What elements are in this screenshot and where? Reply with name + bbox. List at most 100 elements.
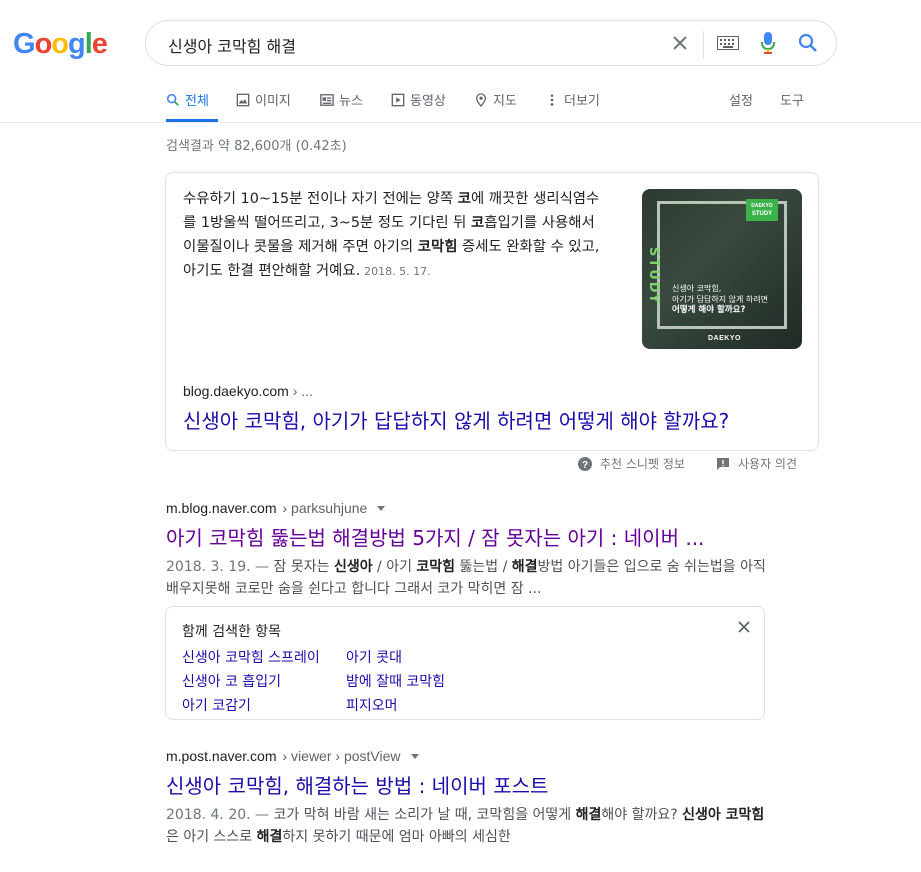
more-vert-icon	[550, 93, 554, 106]
tab-all[interactable]: 전체	[166, 90, 209, 109]
chevron-down-icon[interactable]	[377, 505, 386, 511]
tab-label: 이미지	[255, 94, 291, 109]
text-run: 하지 못하기 때문에 엄마 아빠의 세심한	[282, 829, 511, 845]
news-icon	[320, 93, 334, 106]
snippet-cite: blog.daekyo.com › ...	[183, 383, 313, 399]
search-icon[interactable]	[796, 31, 820, 55]
cite-domain: m.blog.naver.com	[166, 500, 277, 516]
tab-label: 전체	[185, 94, 209, 109]
caption-line3: 어떻게 해야 할까요?	[672, 305, 746, 315]
text-run: 뚫는법 /	[455, 559, 512, 575]
snippet-text: 수유하기 10~15분 전이나 자기 전에는 양쪽 코에 깨끗한 생리식염수를 …	[183, 187, 603, 284]
logo-letter-o1: o	[34, 28, 53, 60]
tab-videos[interactable]: 동영상	[391, 90, 446, 109]
thumb-caption: 신생아 코막힘, 아기가 답답하지 않게 하려면 어떻게 해야 할까요?	[672, 283, 768, 316]
badge-top: DAEKYO	[751, 203, 773, 209]
tab-maps[interactable]: 지도	[474, 90, 517, 109]
logo-letter-g2: g	[68, 28, 86, 60]
tab-images[interactable]: 이미지	[236, 90, 291, 109]
snippet-feedback-label: 사용자 의견	[738, 457, 798, 471]
logo-letter-g: G	[13, 28, 36, 60]
text-run: 은 아기 스스로	[166, 829, 257, 845]
clear-icon[interactable]	[668, 31, 692, 55]
snippet-date: 2018. 5. 17.	[364, 265, 431, 278]
caption-line2: 아기가 답답하지 않게 하려면	[672, 295, 768, 304]
result-description: 2018. 3. 19. — 잠 못자는 신생아 / 아기 코막힘 뚫는법 / …	[166, 556, 766, 600]
tab-news[interactable]: 뉴스	[320, 90, 363, 109]
tools-link[interactable]: 도구	[780, 90, 804, 109]
search-input[interactable]: 신생아 코막힘 해결	[168, 33, 296, 57]
related-searches: 함께 검색한 항목 신생아 코막힘 스프레이 아기 콧대 신생아 코 흡입기 밤…	[165, 606, 765, 720]
keyboard-icon[interactable]	[716, 31, 740, 55]
result-cite: m.blog.naver.com › parksuhjune	[166, 500, 766, 516]
svg-text:?: ?	[582, 460, 588, 471]
text-run: 잠 못자는	[269, 559, 334, 575]
text-run: 코가 막혀 바람 새는 소리가 날 때, 코막힘을 어떻게	[269, 807, 576, 823]
thumb-badge: DAEKYO STUDY	[746, 199, 778, 221]
tab-label: 지도	[493, 94, 517, 109]
highlighted-term: 코	[457, 191, 471, 207]
microphone-icon[interactable]	[756, 31, 780, 55]
feedback-icon	[717, 457, 729, 470]
cite-path: › parksuhjune	[282, 500, 368, 516]
tab-label: 뉴스	[339, 94, 363, 109]
related-link[interactable]: 아기 코감기	[182, 695, 251, 715]
related-link[interactable]: 아기 콧대	[346, 647, 402, 667]
chevron-down-icon[interactable]	[410, 753, 419, 759]
featured-snippet: 수유하기 10~15분 전이나 자기 전에는 양쪽 코에 깨끗한 생리식염수를 …	[165, 172, 819, 451]
result-description: 2018. 4. 20. — 코가 막혀 바람 새는 소리가 날 때, 코막힘을…	[166, 804, 766, 848]
cite-path: › viewer › postView	[282, 748, 401, 764]
result-title-link[interactable]: 신생아 코막힘, 해결하는 방법 : 네이버 포스트	[166, 770, 766, 799]
active-tab-indicator	[166, 119, 218, 122]
text-run: / 아기	[372, 559, 417, 575]
result-date: 2018. 4. 20. —	[166, 807, 270, 823]
results-count: 검색결과 약 82,600개 (0.42초)	[166, 139, 347, 154]
search-result: m.post.naver.com › viewer › postView 신생아…	[166, 748, 766, 848]
logo-letter-l: l	[84, 28, 93, 60]
result-title-link[interactable]: 아기 코막힘 뚫는법 해결방법 5가지 / 잠 못자는 아기 : 네이버 ...	[166, 522, 766, 551]
related-link[interactable]: 밤에 잘때 코막힘	[346, 671, 445, 691]
snippet-thumbnail[interactable]: DAEKYO STUDY STUDY 신생아 코막힘, 아기가 답답하지 않게 하…	[642, 189, 802, 349]
search-icon	[166, 93, 179, 106]
tab-label: 동영상	[410, 94, 446, 109]
snippet-about[interactable]: ? 추천 스니펫 정보	[578, 455, 685, 472]
search-box[interactable]: 신생아 코막힘 해결	[145, 20, 837, 66]
highlighted-term: 신생아 코막힘	[682, 807, 765, 823]
highlighted-term: 신생아	[333, 559, 373, 575]
caption-line1: 신생아 코막힘,	[672, 284, 722, 293]
logo-letter-o2: o	[51, 28, 69, 60]
tab-label: 더보기	[564, 94, 600, 109]
search-tabs: 전체 이미지 뉴스 동영상 지도 더보기 설정 도구	[0, 86, 921, 123]
settings-link[interactable]: 설정	[729, 90, 753, 109]
highlighted-term: 해결	[575, 807, 602, 823]
highlighted-term: 코막힘	[417, 239, 458, 255]
highlighted-term: 해결	[256, 829, 283, 845]
tab-more[interactable]: 더보기	[545, 90, 600, 109]
logo-letter-e: e	[91, 28, 108, 60]
related-link[interactable]: 피지오머	[346, 695, 398, 715]
thumb-study-text: STUDY	[646, 247, 661, 306]
help-icon: ?	[578, 456, 592, 471]
badge-bottom: STUDY	[751, 211, 773, 217]
related-link[interactable]: 신생아 코 흡입기	[182, 671, 281, 691]
snippet-title-link[interactable]: 신생아 코막힘, 아기가 답답하지 않게 하려면 어떻게 해야 할까요?	[183, 405, 729, 434]
related-link[interactable]: 신생아 코막힘 스프레이	[182, 647, 320, 667]
cite-path: › ...	[292, 383, 313, 399]
close-icon[interactable]	[736, 619, 752, 635]
text-run: 해야 할까요?	[601, 807, 683, 823]
map-pin-icon	[475, 92, 487, 107]
cite-domain: blog.daekyo.com	[183, 383, 289, 399]
highlighted-term: 코막힘	[416, 559, 456, 575]
cite-domain: m.post.naver.com	[166, 748, 277, 764]
result-date: 2018. 3. 19. —	[166, 559, 270, 575]
snippet-about-label: 추천 스니펫 정보	[600, 457, 685, 471]
related-title: 함께 검색한 항목	[182, 624, 282, 640]
google-logo[interactable]: Google	[13, 28, 108, 61]
highlighted-term: 해결	[511, 559, 538, 575]
highlighted-term: 코	[470, 215, 485, 231]
search-divider	[703, 31, 704, 59]
snippet-feedback[interactable]: 사용자 의견	[716, 455, 797, 472]
result-cite: m.post.naver.com › viewer › postView	[166, 748, 766, 764]
text-run: 수유하기 10~15분 전이나 자기 전에는 양쪽	[183, 191, 458, 207]
image-icon	[236, 93, 250, 106]
